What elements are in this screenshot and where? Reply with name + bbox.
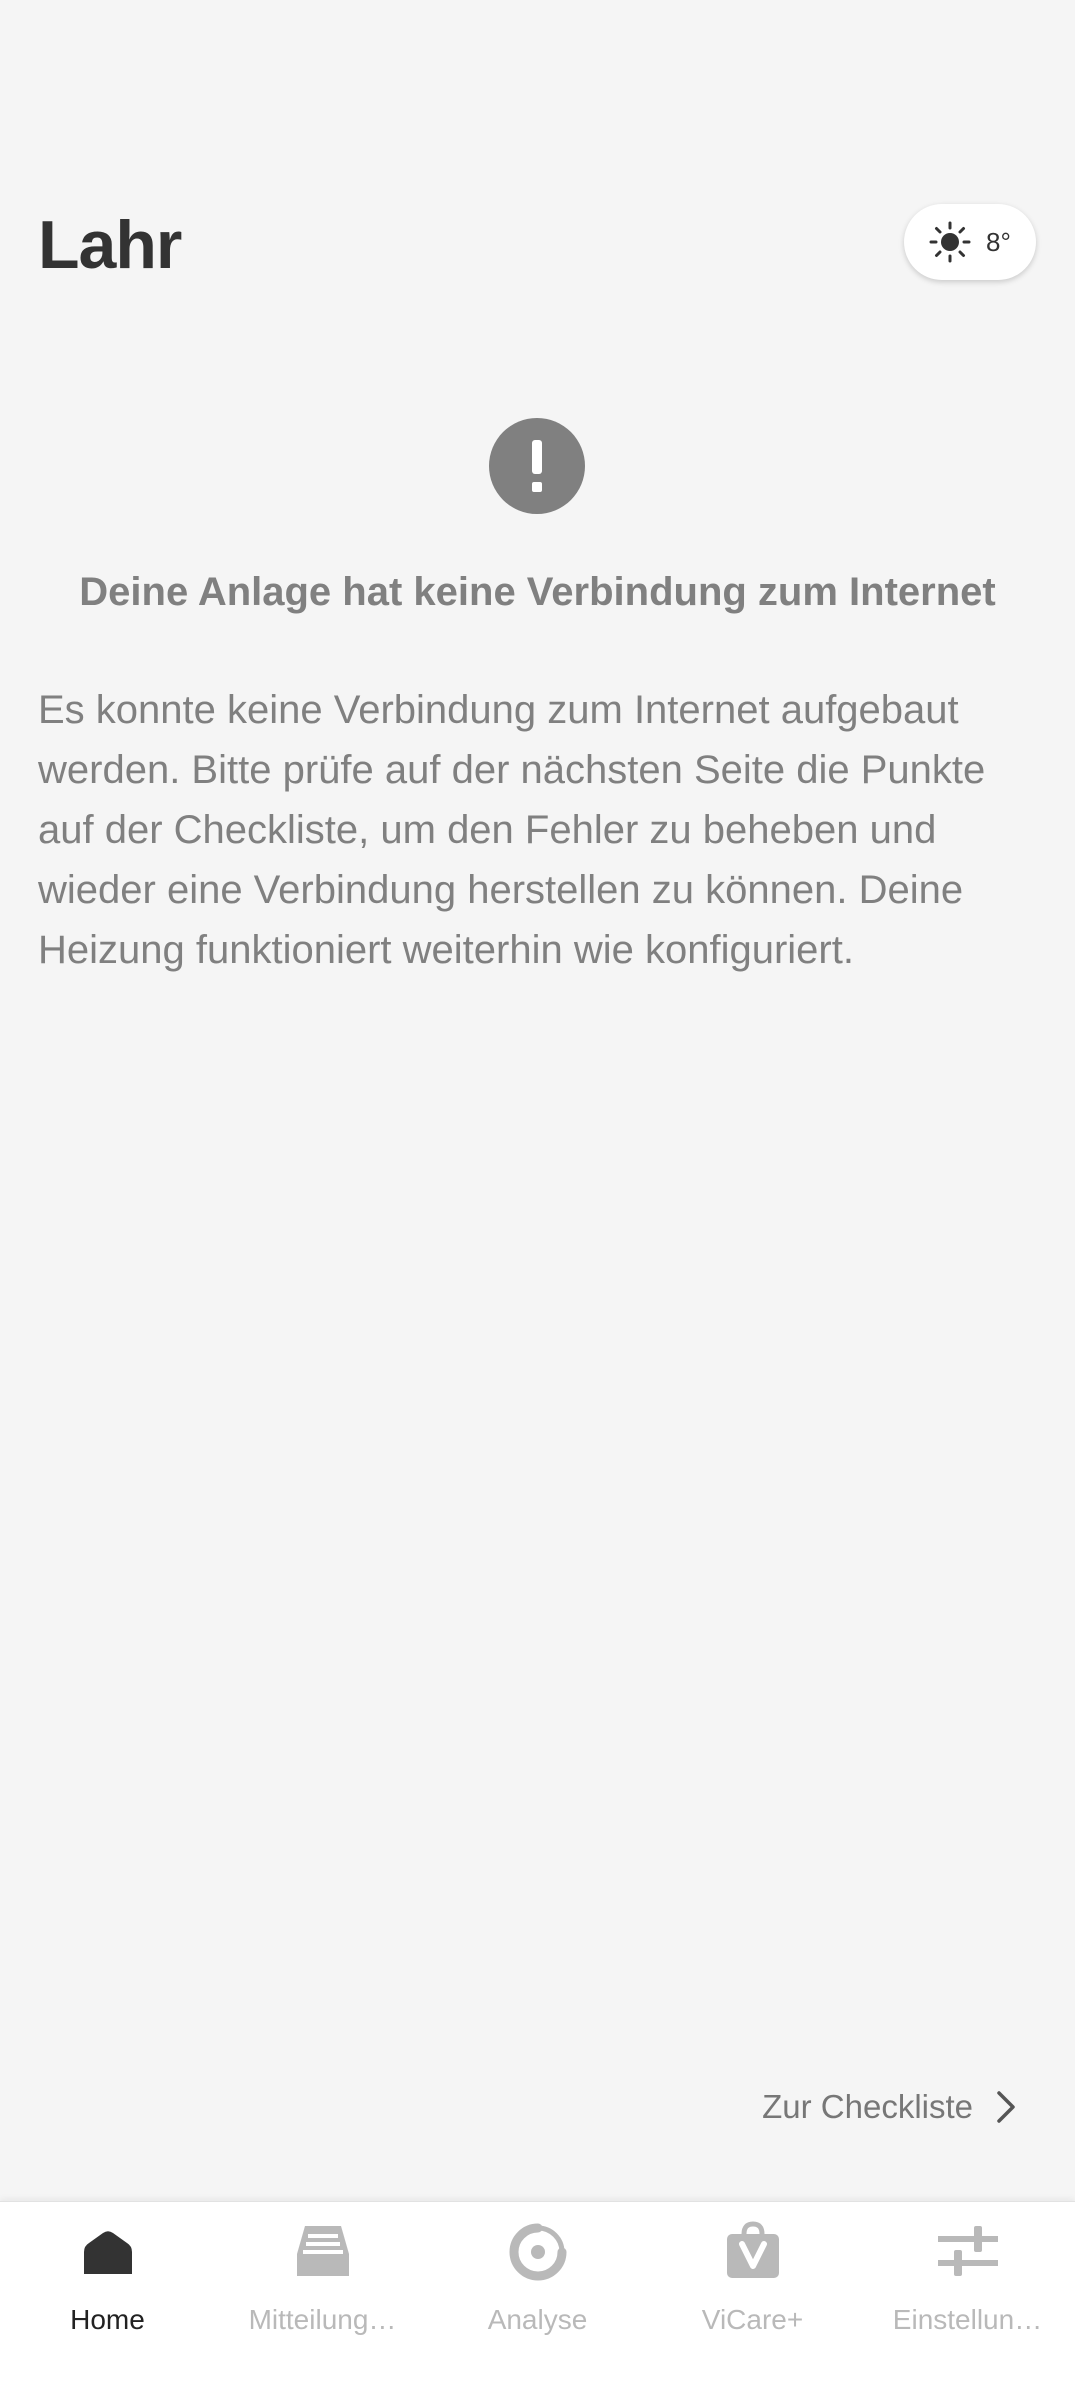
alert-title: Deine Anlage hat keine Verbindung zum In…	[79, 570, 996, 614]
page-title: Lahr	[38, 207, 182, 283]
alert-description: Es konnte keine Verbindung zum Internet …	[38, 688, 986, 972]
nav-label-home: Home	[70, 2304, 145, 2335]
nav-label-messages: Mitteilung…	[248, 2304, 397, 2335]
weather-chip[interactable]: 8°	[904, 204, 1036, 280]
nav-label-vicare-plus: ViCare+	[701, 2304, 804, 2335]
home-icon	[83, 2231, 132, 2274]
nav-item-messages[interactable]: Mitteilung…	[215, 2202, 430, 2394]
temperature-label: 8°	[986, 226, 1011, 257]
sun-icon	[929, 221, 971, 263]
nav-item-settings[interactable]: Einstellun…	[860, 2202, 1075, 2394]
settings-sliders-icon	[937, 2226, 998, 2276]
nav-item-vicare-plus[interactable]: ViCare+	[645, 2202, 860, 2394]
checklist-link-label: Zur Checkliste	[762, 2088, 973, 2125]
bottom-navigation: Home Mitteilung… Analyse ViCare+ Einstel…	[0, 2201, 1075, 2394]
shopping-bag-icon	[726, 2221, 779, 2278]
nav-item-analysis[interactable]: Analyse	[430, 2202, 645, 2394]
exclamation-icon	[489, 418, 585, 514]
header: Lahr 8°	[0, 0, 1075, 330]
analysis-icon	[509, 2223, 566, 2281]
nav-label-analysis: Analyse	[487, 2304, 588, 2335]
nav-item-home[interactable]: Home	[0, 2202, 215, 2394]
inbox-icon	[296, 2226, 349, 2276]
nav-label-settings: Einstellun…	[892, 2304, 1043, 2335]
checklist-link[interactable]: Zur Checkliste	[762, 2080, 1017, 2134]
chevron-right-icon	[997, 2091, 1015, 2123]
